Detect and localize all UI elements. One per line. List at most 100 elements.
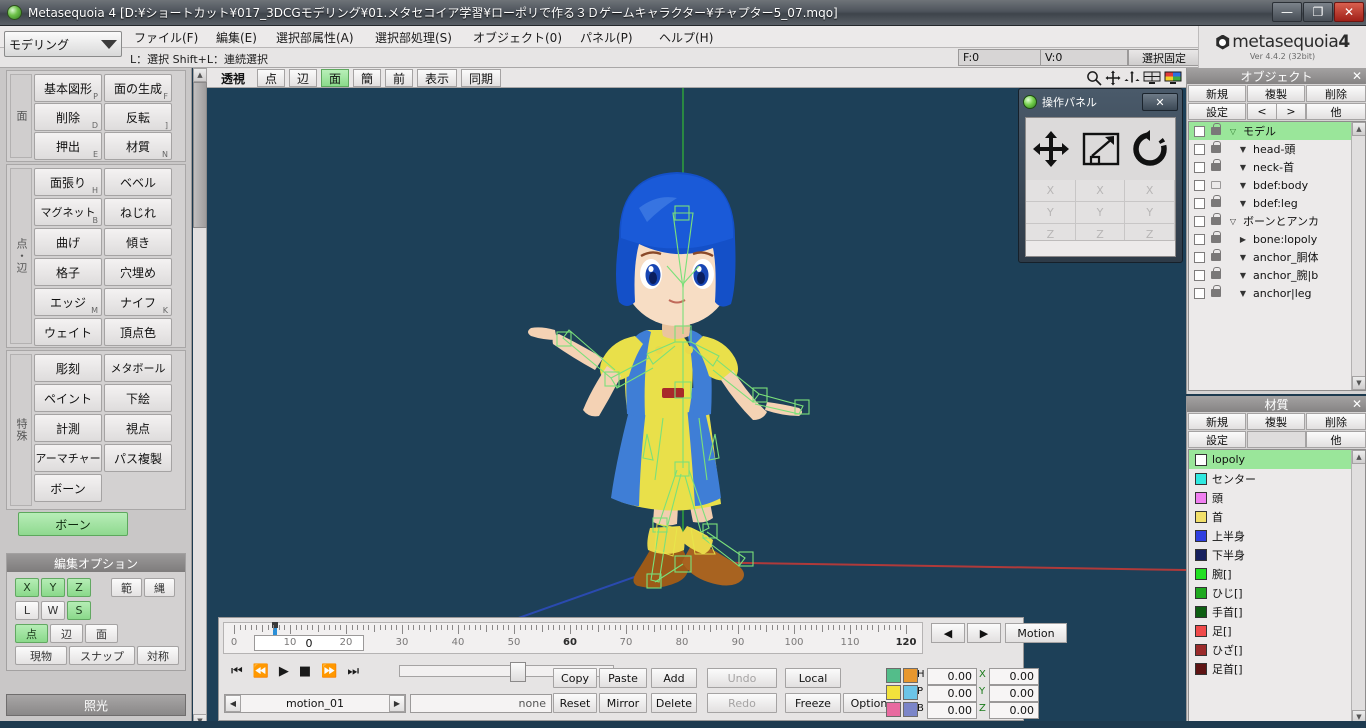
view-tab-表示[interactable]: 表示 (417, 69, 457, 87)
p-value-field[interactable]: 0.00 (927, 685, 977, 702)
axis-cell-move-x[interactable]: X (1026, 180, 1076, 202)
material-color-swatch[interactable] (1195, 567, 1207, 580)
axis-grid[interactable]: X X X Y Y Y Z Z Z (1026, 180, 1176, 246)
tool-button-面の生成[interactable]: 面の生成 F (104, 74, 172, 102)
z-value-field[interactable]: 0.00 (989, 702, 1039, 719)
h-value-field[interactable]: 0.00 (927, 668, 977, 685)
edit-misc-0[interactable]: 現物 (15, 646, 67, 665)
material-color-swatch[interactable] (1195, 453, 1207, 466)
move-tool-button[interactable] (1026, 118, 1076, 180)
motion-none-field[interactable]: none (410, 694, 552, 713)
tool-button-パス複製[interactable]: パス複製 (104, 444, 172, 472)
tool-button-視点[interactable]: 視点 (104, 414, 172, 442)
scroll-thumb[interactable] (193, 82, 207, 228)
skip-end-icon[interactable]: ⏭ (347, 664, 359, 679)
object-row[interactable]: ▼ anchor|leg (1189, 284, 1353, 302)
mirror-button[interactable]: Mirror (599, 693, 647, 713)
axis-cell-move-y[interactable]: Y (1026, 202, 1076, 224)
add-button[interactable]: Add (651, 668, 697, 688)
view-tab-同期[interactable]: 同期 (461, 69, 501, 87)
edit-select-辺[interactable]: 辺 (50, 624, 83, 643)
object-visibility-checkbox[interactable] (1194, 179, 1205, 191)
expand-toggle-icon[interactable]: ▽ (1227, 217, 1239, 226)
view-tab-点[interactable]: 点 (257, 69, 285, 87)
material-list-scrollbar[interactable]: ▲ ▼ (1351, 450, 1365, 724)
operation-panel[interactable]: 操作パネル ✕ X X X Y Y Y Z Z Z (1018, 88, 1183, 263)
material-row[interactable]: 頭 (1189, 488, 1353, 507)
stop-icon[interactable]: ■ (299, 664, 311, 679)
material-color-swatch[interactable] (1195, 662, 1207, 675)
lighting-button[interactable]: 照光 (6, 694, 186, 716)
viewport-icon-group[interactable] (1086, 69, 1182, 87)
object-panel-close-icon[interactable]: ✕ (1352, 68, 1362, 84)
restore-button[interactable]: ❐ (1303, 2, 1333, 22)
tool-button-頂点色[interactable]: 頂点色 (104, 318, 172, 346)
object-visibility-checkbox[interactable] (1194, 215, 1205, 227)
motion-prev-icon[interactable]: ◀ (225, 695, 241, 712)
object-visibility-checkbox[interactable] (1194, 233, 1205, 245)
material-settings-button[interactable]: 設定 (1188, 431, 1246, 448)
material-row[interactable]: 手首[] (1189, 602, 1353, 621)
timeline-prev-button[interactable]: ◀ (931, 623, 965, 643)
tool-button-彫刻[interactable]: 彫刻 (34, 354, 102, 382)
edit-range-0[interactable]: 範 (111, 578, 142, 597)
delete-button[interactable]: Delete (651, 693, 697, 713)
object-scroll-up-icon[interactable]: ▲ (1352, 122, 1365, 136)
material-list[interactable]: lopoly センター頭首上半身 下半身 腕[] ひじ[] 手首[] 足[] ひざ[] 足首[]… (1188, 449, 1366, 725)
left-panel-scrollbar[interactable]: ▲ ▼ (193, 68, 207, 728)
edit-misc-2[interactable]: 対称 (137, 646, 179, 665)
swatch-2[interactable] (903, 668, 918, 683)
y-value-field[interactable]: 0.00 (989, 685, 1039, 702)
undo-button[interactable]: Undo (707, 668, 777, 688)
object-visibility-checkbox[interactable] (1194, 125, 1205, 137)
tool-button-反転[interactable]: 反転] (104, 103, 172, 131)
tool-button-ベベル[interactable]: ベベル (104, 168, 172, 196)
motion-button[interactable]: Motion (1005, 623, 1067, 643)
lock-icon[interactable] (1210, 267, 1222, 281)
object-scroll-down-icon[interactable]: ▼ (1352, 376, 1365, 390)
view-tab-面[interactable]: 面 (321, 69, 349, 87)
object-visibility-checkbox[interactable] (1194, 287, 1205, 299)
expand-toggle-icon[interactable]: ▼ (1237, 199, 1249, 208)
tool-button-面張り[interactable]: 面張り H (34, 168, 102, 196)
object-tree[interactable]: ▽ モデル ▼ head-頭 ▼ neck-首 ▼ bdef:body ▼ bdef:leg ▽ ボー… (1188, 121, 1366, 391)
tool-button-ペイント[interactable]: ペイント (34, 384, 102, 412)
lock-icon[interactable] (1210, 231, 1222, 245)
tool-button-アーマチャー[interactable]: アーマチャー (34, 444, 102, 472)
lock-icon[interactable] (1210, 141, 1222, 155)
layout-icon[interactable] (1143, 71, 1161, 85)
redo-button[interactable]: Redo (707, 693, 777, 713)
local-button[interactable]: Local (785, 668, 841, 688)
close-button[interactable]: ✕ (1334, 2, 1364, 22)
operation-panel-close-button[interactable]: ✕ (1142, 93, 1178, 111)
object-delete-button[interactable]: 削除 (1306, 85, 1366, 102)
tool-button-ウェイト[interactable]: ウェイト (34, 318, 102, 346)
object-new-button[interactable]: 新規 (1188, 85, 1246, 102)
swatch-5[interactable] (886, 702, 901, 717)
object-row[interactable]: ▼ bdef:leg (1189, 194, 1353, 212)
tool-button-ボーン[interactable]: ボーン (34, 474, 102, 502)
object-row[interactable]: ▽ モデル (1189, 122, 1353, 140)
minimize-button[interactable]: — (1272, 2, 1302, 22)
axis-cell-scale-y[interactable]: Y (1075, 202, 1126, 224)
tool-button-押出[interactable]: 押出 E (34, 132, 102, 160)
expand-toggle-icon[interactable]: ▽ (1227, 127, 1239, 136)
material-color-swatch[interactable] (1195, 605, 1207, 618)
window-controls[interactable]: — ❐ ✕ (1272, 2, 1364, 22)
motion-selector[interactable]: ◀ motion_01 ▶ (224, 694, 406, 713)
mode-dropdown[interactable]: モデリング (4, 31, 122, 57)
edit-axis-X[interactable]: X (15, 578, 39, 597)
tool-button-穴埋め[interactable]: 穴埋め (104, 258, 172, 286)
tool-button-マグネット[interactable]: マグネット B (34, 198, 102, 226)
edit-select-面[interactable]: 面 (85, 624, 118, 643)
object-row[interactable]: ▼ anchor_胴体 (1189, 248, 1353, 266)
fast-forward-icon[interactable]: ⏩ (321, 664, 337, 679)
object-row[interactable]: ▼ anchor_腕|b (1189, 266, 1353, 284)
tool-button-削除[interactable]: 削除 D (34, 103, 102, 131)
edit-misc-1[interactable]: スナップ (69, 646, 135, 665)
object-visibility-checkbox[interactable] (1194, 251, 1205, 263)
lock-icon[interactable] (1210, 159, 1222, 173)
tool-button-傾き[interactable]: 傾き (104, 228, 172, 256)
reset-button[interactable]: Reset (553, 693, 597, 713)
object-row[interactable]: ▶ bone:lopoly (1189, 230, 1353, 248)
